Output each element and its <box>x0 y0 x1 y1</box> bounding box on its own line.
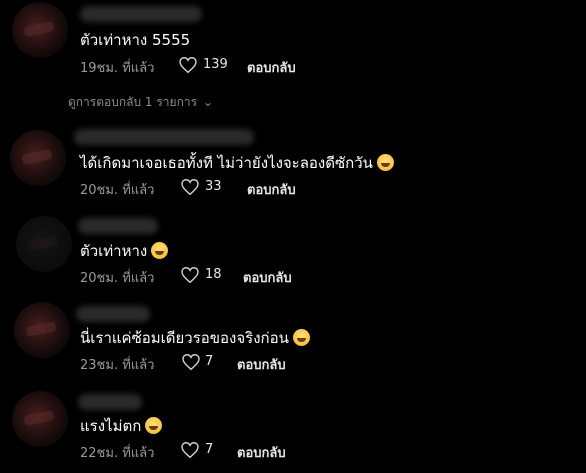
grinning-emoji-icon <box>292 329 310 346</box>
avatar[interactable] <box>16 216 72 272</box>
comment-item: ตัวเท่าหาง 5555 19ชม. ที่แล้ว 139 ตอบกลั… <box>0 0 586 90</box>
username-redacted <box>78 218 158 234</box>
comment-time: 20ชม. ที่แล้ว <box>80 271 155 286</box>
heart-icon[interactable] <box>179 57 197 73</box>
comment-item: ได้เกิดมาเจอเธอทั้งที ไม่ว่ายังไงจะลองดี… <box>0 125 586 205</box>
view-replies-button[interactable]: ดูการตอบกลับ 1 รายการ ⌄ <box>68 93 213 112</box>
grinning-emoji-icon <box>145 417 163 434</box>
comment-item: แรงไม่ตก 22ชม. ที่แล้ว 7 ตอบกลับ <box>0 388 586 473</box>
comment-text: ตัวเท่าหาง <box>80 239 169 263</box>
heart-icon[interactable] <box>181 442 199 458</box>
reply-button[interactable]: ตอบกลับ <box>247 57 296 78</box>
comment-time: 23ชม. ที่แล้ว <box>80 358 155 373</box>
comment-item: นี่เราแค่ซ้อมเดียวรอของจริงก่อน 23ชม. ที… <box>0 300 586 380</box>
reply-button[interactable]: ตอบกลับ <box>237 442 286 463</box>
reply-button[interactable]: ตอบกลับ <box>237 354 286 375</box>
reply-button[interactable]: ตอบกลับ <box>243 267 292 288</box>
avatar[interactable] <box>10 130 66 186</box>
comment-text: แรงไม่ตก <box>80 414 163 438</box>
username-redacted <box>74 129 254 145</box>
comment-text: นี่เราแค่ซ้อมเดียวรอของจริงก่อน <box>80 326 310 350</box>
username-redacted <box>76 306 150 322</box>
grinning-emoji-icon <box>151 242 169 259</box>
comment-time: 19ชม. ที่แล้ว <box>80 61 155 76</box>
like-count: 7 <box>205 354 214 369</box>
avatar[interactable] <box>12 2 68 58</box>
comment-text: ได้เกิดมาเจอเธอทั้งที ไม่ว่ายังไงจะลองดี… <box>80 151 394 175</box>
like-count: 33 <box>205 179 222 194</box>
comment-time: 22ชม. ที่แล้ว <box>80 446 155 461</box>
grinning-emoji-icon <box>376 154 394 171</box>
like-count: 7 <box>205 442 214 457</box>
avatar[interactable] <box>14 302 70 358</box>
comment-text: ตัวเท่าหาง 5555 <box>80 31 191 49</box>
heart-icon[interactable] <box>182 354 200 370</box>
like-count: 139 <box>203 57 228 72</box>
avatar[interactable] <box>12 391 68 447</box>
username-redacted <box>78 394 142 410</box>
username-redacted <box>80 6 202 22</box>
comment-item: ตัวเท่าหาง 20ชม. ที่แล้ว 18 ตอบกลับ <box>0 213 586 293</box>
like-count: 18 <box>205 267 222 282</box>
comment-time: 20ชม. ที่แล้ว <box>80 183 155 198</box>
heart-icon[interactable] <box>181 179 199 195</box>
view-replies-label: ดูการตอบกลับ 1 รายการ <box>68 95 198 109</box>
reply-button[interactable]: ตอบกลับ <box>247 179 296 200</box>
chevron-down-icon: ⌄ <box>203 95 214 109</box>
heart-icon[interactable] <box>181 267 199 283</box>
